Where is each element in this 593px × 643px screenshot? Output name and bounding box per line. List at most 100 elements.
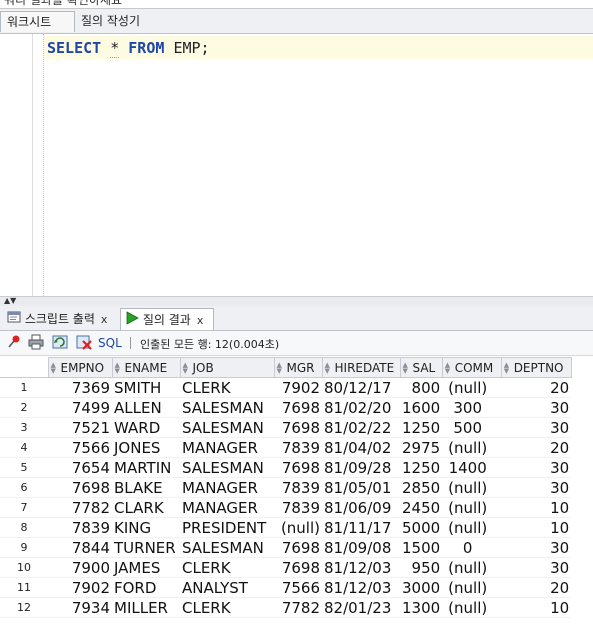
- sort-icon[interactable]: ▲ ▼: [51, 362, 59, 375]
- table-cell[interactable]: 10: [501, 518, 571, 538]
- table-cell[interactable]: (null): [274, 518, 322, 538]
- table-cell[interactable]: JAMES: [112, 558, 180, 578]
- table-cell[interactable]: PRESIDENT: [180, 518, 274, 538]
- table-cell[interactable]: CLERK: [180, 378, 274, 398]
- table-cell[interactable]: 2450: [400, 498, 442, 518]
- column-header[interactable]: ▲ ▼ SAL: [399, 357, 443, 378]
- table-cell[interactable]: 30: [501, 458, 571, 478]
- table-cell[interactable]: 80/12/17: [322, 378, 400, 398]
- table-cell[interactable]: 81/12/03: [322, 558, 400, 578]
- table-cell[interactable]: (null): [442, 578, 501, 598]
- table-row[interactable]: 8 7839 KING PRESIDENT (null) 81/11/17 5000 (nul…: [0, 518, 572, 538]
- table-cell[interactable]: SALESMAN: [180, 418, 274, 438]
- table-cell[interactable]: 5000: [400, 518, 442, 538]
- table-cell[interactable]: SMITH: [112, 378, 180, 398]
- pin-icon[interactable]: [6, 334, 22, 353]
- sql-button[interactable]: SQL: [98, 336, 122, 350]
- tab-query-result[interactable]: 질의 결과 x: [120, 308, 214, 330]
- table-cell[interactable]: 7566: [48, 438, 112, 458]
- column-header[interactable]: ▲ ▼ ENAME: [111, 357, 181, 378]
- table-cell[interactable]: 7654: [48, 458, 112, 478]
- table-cell[interactable]: 7698: [48, 478, 112, 498]
- table-cell[interactable]: 7782: [48, 498, 112, 518]
- table-cell[interactable]: 7839: [274, 478, 322, 498]
- table-cell[interactable]: MANAGER: [180, 498, 274, 518]
- column-header[interactable]: ▲ ▼ DEPTNO: [500, 357, 572, 378]
- table-cell[interactable]: 0: [442, 538, 501, 558]
- table-cell[interactable]: 1250: [400, 418, 442, 438]
- table-cell[interactable]: 7698: [274, 538, 322, 558]
- sql-code-line[interactable]: SELECT * FROM EMP;: [47, 38, 210, 58]
- table-row[interactable]: 12 7934 MILLER CLERK 7782 82/01/23 1300 (null) 1…: [0, 598, 572, 618]
- column-header[interactable]: ▲ ▼ JOB: [179, 357, 275, 378]
- column-header[interactable]: ▲ ▼ EMPNO: [47, 357, 113, 378]
- table-cell[interactable]: (null): [442, 558, 501, 578]
- table-cell[interactable]: JONES: [112, 438, 180, 458]
- table-cell[interactable]: 30: [501, 418, 571, 438]
- table-cell[interactable]: 1500: [400, 538, 442, 558]
- table-cell[interactable]: 7698: [274, 418, 322, 438]
- sort-icon[interactable]: ▲ ▼: [183, 362, 191, 375]
- table-cell[interactable]: 950: [400, 558, 442, 578]
- sort-icon[interactable]: ▲ ▼: [325, 362, 333, 375]
- table-cell[interactable]: 1300: [400, 598, 442, 618]
- table-cell[interactable]: 30: [501, 398, 571, 418]
- table-cell[interactable]: 81/02/20: [322, 398, 400, 418]
- table-cell[interactable]: 30: [501, 538, 571, 558]
- sort-icon[interactable]: ▲ ▼: [504, 362, 512, 375]
- table-cell[interactable]: 81/04/02: [322, 438, 400, 458]
- table-cell[interactable]: 2850: [400, 478, 442, 498]
- table-cell[interactable]: 7934: [48, 598, 112, 618]
- table-cell[interactable]: FORD: [112, 578, 180, 598]
- table-cell[interactable]: 7698: [274, 458, 322, 478]
- table-cell[interactable]: MANAGER: [180, 478, 274, 498]
- table-cell[interactable]: 81/09/28: [322, 458, 400, 478]
- table-cell[interactable]: CLERK: [180, 598, 274, 618]
- table-row[interactable]: 2 7499 ALLEN SALESMAN 7698 81/02/20 1600 300 30: [0, 398, 572, 418]
- sort-icon[interactable]: ▲ ▼: [403, 362, 411, 375]
- table-cell[interactable]: 7900: [48, 558, 112, 578]
- table-cell[interactable]: (null): [442, 378, 501, 398]
- refresh-icon[interactable]: [52, 334, 68, 353]
- table-cell[interactable]: KING: [112, 518, 180, 538]
- column-header[interactable]: ▲ ▼ COMM: [441, 357, 502, 378]
- table-cell[interactable]: 30: [501, 558, 571, 578]
- table-row[interactable]: 4 7566 JONES MANAGER 7839 81/04/02 2975 (null) 2…: [0, 438, 572, 458]
- table-cell[interactable]: 300: [442, 398, 501, 418]
- table-cell[interactable]: 1400: [442, 458, 501, 478]
- table-cell[interactable]: MILLER: [112, 598, 180, 618]
- table-cell[interactable]: 20: [501, 378, 571, 398]
- table-cell[interactable]: 10: [501, 598, 571, 618]
- print-icon[interactable]: [28, 334, 44, 353]
- table-cell[interactable]: 500: [442, 418, 501, 438]
- table-cell[interactable]: 7782: [274, 598, 322, 618]
- table-cell[interactable]: (null): [442, 478, 501, 498]
- table-cell[interactable]: (null): [442, 438, 501, 458]
- table-cell[interactable]: 81/12/03: [322, 578, 400, 598]
- table-cell[interactable]: (null): [442, 518, 501, 538]
- table-row[interactable]: 11 7902 FORD ANALYST 7566 81/12/03 3000 (null) 2…: [0, 578, 572, 598]
- table-row[interactable]: 9 7844 TURNER SALESMAN 7698 81/09/08 1500 0 30: [0, 538, 572, 558]
- table-row[interactable]: 1 7369 SMITH CLERK 7902 80/12/17 800 (null) 20: [0, 378, 572, 398]
- table-cell[interactable]: WARD: [112, 418, 180, 438]
- table-cell[interactable]: 7839: [48, 518, 112, 538]
- sql-editor[interactable]: SELECT * FROM EMP;: [0, 34, 593, 296]
- tab-worksheet[interactable]: 워크시트: [0, 11, 75, 32]
- table-cell[interactable]: 7698: [274, 558, 322, 578]
- table-cell[interactable]: 7566: [274, 578, 322, 598]
- close-icon[interactable]: x: [101, 313, 108, 326]
- table-cell[interactable]: 800: [400, 378, 442, 398]
- table-row[interactable]: 10 7900 JAMES CLERK 7698 81/12/03 950 (null) 30: [0, 558, 572, 578]
- table-cell[interactable]: ANALYST: [180, 578, 274, 598]
- table-cell[interactable]: (null): [442, 598, 501, 618]
- sort-icon[interactable]: ▲ ▼: [445, 362, 453, 375]
- table-cell[interactable]: (null): [442, 498, 501, 518]
- table-cell[interactable]: SALESMAN: [180, 398, 274, 418]
- table-row[interactable]: 6 7698 BLAKE MANAGER 7839 81/05/01 2850 (null) 3…: [0, 478, 572, 498]
- table-cell[interactable]: 1600: [400, 398, 442, 418]
- table-cell[interactable]: 7698: [274, 398, 322, 418]
- table-cell[interactable]: CLARK: [112, 498, 180, 518]
- table-cell[interactable]: 30: [501, 478, 571, 498]
- tab-script-output[interactable]: 스크립트 출력 x: [3, 308, 119, 330]
- table-cell[interactable]: 20: [501, 578, 571, 598]
